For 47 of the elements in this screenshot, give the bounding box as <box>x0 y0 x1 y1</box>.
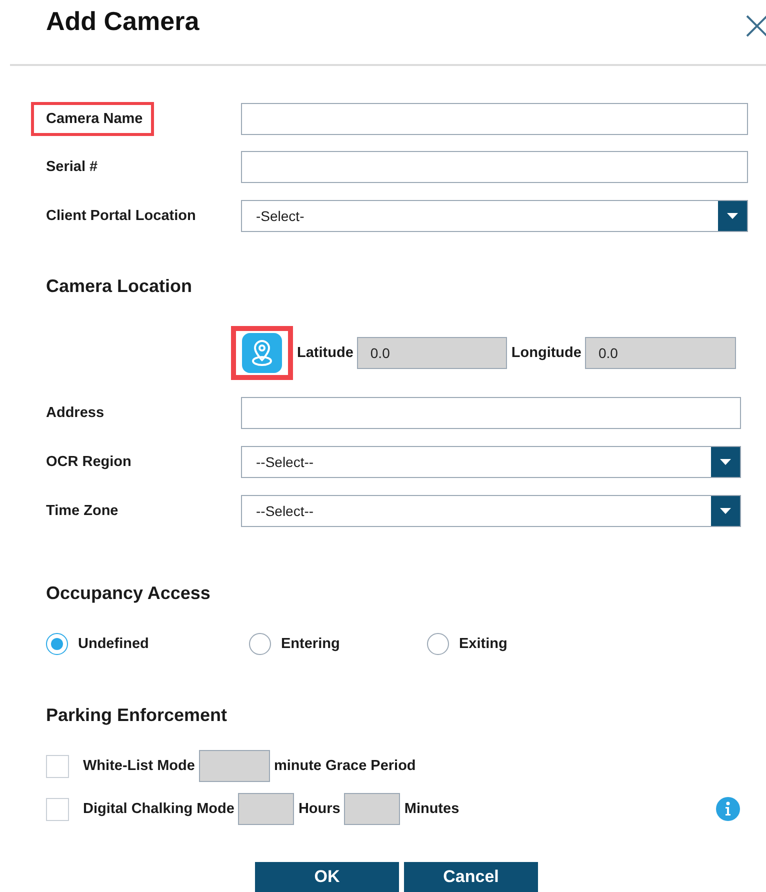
select-field[interactable]: -Select- <box>241 200 748 232</box>
radio-button[interactable] <box>427 633 449 655</box>
section-heading: Occupancy Access <box>46 582 212 605</box>
radio-option[interactable]: Entering <box>249 633 427 655</box>
close-icon[interactable] <box>745 14 766 38</box>
field-label: Camera Name <box>31 102 154 136</box>
select-field[interactable]: --Select-- <box>241 495 741 527</box>
number-field[interactable] <box>238 793 294 825</box>
section-heading: Camera Location <box>46 275 194 298</box>
field-label: Client Portal Location <box>46 208 196 224</box>
radio-option[interactable]: Undefined <box>46 633 249 655</box>
radio-label: Undefined <box>78 636 149 652</box>
section-heading: Parking Enforcement <box>46 704 228 727</box>
number-field[interactable] <box>198 750 270 782</box>
mode-label: White-List Mode <box>83 758 195 774</box>
field-label: Serial # <box>46 159 98 175</box>
mode-label: Hours <box>298 801 340 817</box>
latitude-label: Latitude <box>297 345 354 361</box>
longitude-field[interactable]: 0.0 <box>585 337 736 369</box>
mode-label: minute Grace Period <box>274 758 416 774</box>
radio-label: Entering <box>281 636 340 652</box>
checkbox[interactable] <box>46 754 69 778</box>
latitude-field[interactable]: 0.0 <box>357 337 508 369</box>
info-icon[interactable] <box>716 797 740 821</box>
radio-button[interactable] <box>46 633 68 655</box>
map-pin-button[interactable] <box>231 326 293 380</box>
number-field[interactable] <box>344 793 400 825</box>
dropdown-caret-icon <box>711 447 740 477</box>
mode-label: Minutes <box>404 801 460 817</box>
text-field[interactable] <box>241 397 741 429</box>
radio-option[interactable]: Exiting <box>427 633 630 655</box>
select-field[interactable]: --Select-- <box>241 446 741 478</box>
longitude-label: Longitude <box>511 345 582 361</box>
text-field[interactable] <box>241 151 748 183</box>
field-label: Time Zone <box>46 503 118 519</box>
field-label: Address <box>46 405 104 421</box>
cancel-button[interactable]: Cancel <box>404 862 538 892</box>
field-label: OCR Region <box>46 454 132 470</box>
radio-label: Exiting <box>459 636 508 652</box>
mode-label: Digital Chalking Mode <box>83 801 234 817</box>
checkbox[interactable] <box>46 798 69 820</box>
text-field[interactable] <box>241 103 748 135</box>
dropdown-caret-icon <box>711 496 740 526</box>
radio-button[interactable] <box>249 633 271 655</box>
ok-button[interactable]: OK <box>255 862 399 892</box>
dropdown-caret-icon <box>718 201 747 231</box>
dialog-title: Add Camera <box>46 6 200 37</box>
